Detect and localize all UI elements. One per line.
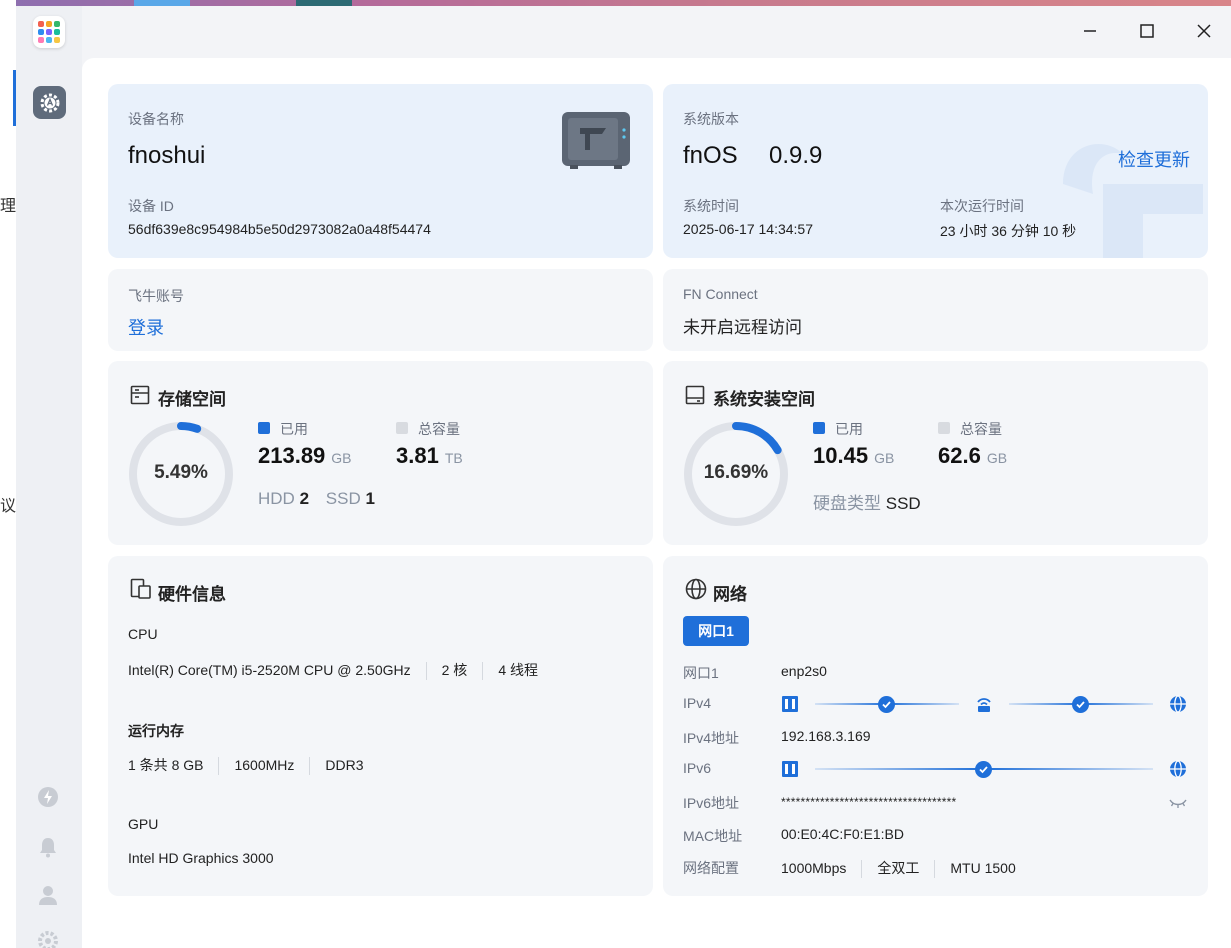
maximize-icon[interactable] [1136,20,1158,42]
eye-hidden-icon[interactable] [1169,796,1187,815]
network-config-label: 网络配置 [683,860,739,876]
used-legend-swatch [258,422,270,434]
port-label: 网口1 [683,665,719,681]
system-disk-title: 系统安装空间 [713,390,815,409]
uptime-label: 本次运行时间 [940,198,1024,214]
background-window-edge: 理 议 [0,0,16,948]
user-icon[interactable] [37,884,59,906]
check-icon [975,761,992,778]
router-icon [975,695,993,718]
device-name: fnoshui [128,142,206,169]
system-disk-used-value: 10.45 GB [813,443,895,468]
speed-icon[interactable] [37,786,59,808]
ipv4-label: IPv4 [683,695,712,711]
globe-icon [685,578,707,605]
system-disk-total-value: 62.6 GB [938,443,1008,468]
system-time-label: 系统时间 [683,198,739,214]
system-disk-used-label: 已用 [835,421,863,437]
storage-used-value: 213.89 GB [258,443,352,468]
fnconnect-label: FN Connect [683,286,758,302]
gpu-info: Intel HD Graphics 3000 [128,850,274,866]
device-name-label: 设备名称 [128,111,184,127]
login-link[interactable]: 登录 [128,314,164,340]
used-legend-swatch [813,422,825,434]
storage-total-label: 总容量 [418,421,460,437]
memory-info: 1 条共 8 GB 1600MHz DDR3 [128,755,364,776]
storage-percent: 5.49% [154,462,208,483]
globe-icon [1169,760,1187,783]
background-text-fragment: 议 [0,498,16,515]
account-label: 飞牛账号 [128,288,184,304]
gpu-label: GPU [128,816,159,832]
disk-icon [685,385,705,410]
disk-count: HDD 2 SSD 1 [258,489,375,508]
storage-card: 存储空间 5.49% 已用 213.89 GB 总容量 3.81 TB HDD 2 … [108,361,653,545]
hardware-icon [130,578,152,605]
background-text-fragment: 理 [0,198,16,215]
device-card: 设备名称 fnoshui 设备 ID 56df639e8c954984b5e50… [108,84,653,258]
gear-icon[interactable] [37,930,59,948]
check-icon [878,696,895,713]
account-card: 飞牛账号 登录 [108,269,653,351]
device-id: 56df639e8c954984b5e50d2973082a0a48f54474 [128,221,431,237]
system-version-label: 系统版本 [683,111,739,127]
ethernet-port-icon [781,760,799,783]
storage-title: 存储空间 [158,390,226,409]
app-sidebar [16,6,82,948]
cpu-label: CPU [128,626,158,642]
system-disk-card: 系统安装空间 16.69% 已用 10.45 GB 总容量 62.6 GB 硬盘类型… [663,361,1208,545]
cpu-info: Intel(R) Core(TM) i5-2520M CPU @ 2.50GHz… [128,660,538,681]
ipv4-address: 192.168.3.169 [781,728,871,744]
ipv6-label: IPv6 [683,760,712,776]
nas-device-icon [560,110,632,170]
minimize-icon[interactable] [1079,20,1101,42]
mac-label: MAC地址 [683,828,743,844]
system-card: 系统版本 fnOS 0.9.9 检查更新 系统时间 2025-06-17 14:… [663,84,1208,258]
ipv4-address-label: IPv4地址 [683,730,740,746]
port-name: enp2s0 [781,663,827,679]
system-disk-total-label: 总容量 [960,421,1002,437]
fnconnect-card: FN Connect 未开启远程访问 [663,269,1208,351]
network-config: 1000Mbps 全双工 MTU 1500 [781,858,1016,879]
disk-type: 硬盘类型 SSD [813,494,921,513]
close-icon[interactable] [1193,20,1215,42]
network-title: 网络 [713,585,747,604]
memory-label: 运行内存 [128,723,184,739]
bell-icon[interactable] [37,836,59,858]
os-name: fnOS [683,142,738,169]
system-disk-percent: 16.69% [703,462,769,483]
check-icon [1072,696,1089,713]
system-time: 2025-06-17 14:34:57 [683,221,813,237]
storage-icon [130,385,150,410]
tab-port-1[interactable]: 网口1 [683,616,749,646]
fnconnect-status: 未开启远程访问 [683,318,802,337]
hardware-card: 硬件信息 CPU Intel(R) Core(TM) i5-2520M CPU … [108,556,653,896]
total-legend-swatch [396,422,408,434]
device-id-label: 设备 ID [128,198,174,214]
ethernet-port-icon [781,695,799,718]
network-card: 网络 网口1 网口1 enp2s0 IPv4 IPv4地址 192.168.3.… [663,556,1208,896]
total-legend-swatch [938,422,950,434]
storage-total-value: 3.81 TB [396,443,463,468]
check-update-link[interactable]: 检查更新 [1118,146,1190,172]
settings-icon[interactable] [33,86,66,119]
uptime: 23 小时 36 分钟 10 秒 [940,223,1077,239]
background-active-item [0,70,16,126]
main-content: 设备名称 fnoshui 设备 ID 56df639e8c954984b5e50… [82,58,1231,948]
storage-used-label: 已用 [280,421,308,437]
os-version: 0.9.9 [769,142,823,169]
mac-address: 00:E0:4C:F0:E1:BD [781,826,904,842]
app-launcher-icon[interactable] [33,16,65,48]
globe-icon [1169,695,1187,718]
ipv6-address: ************************************ [781,795,957,809]
ipv6-address-label: IPv6地址 [683,795,740,811]
hardware-title: 硬件信息 [158,585,226,604]
